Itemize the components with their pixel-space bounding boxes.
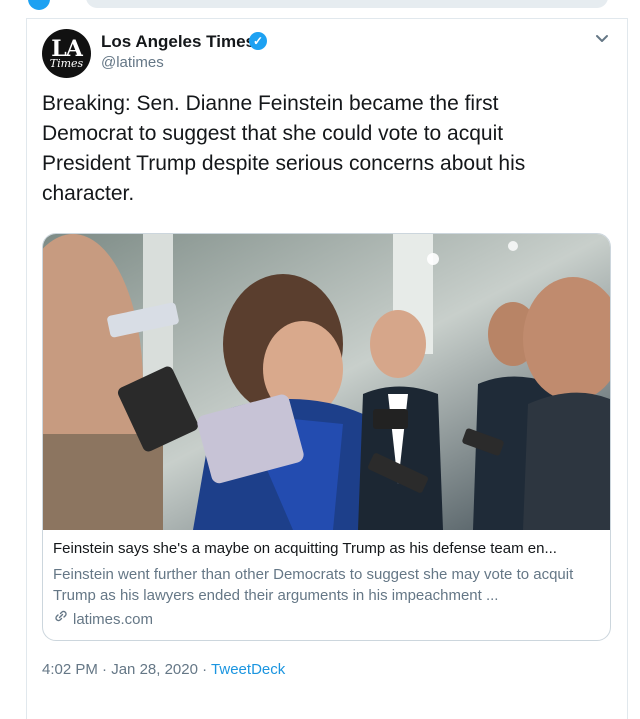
meta-separator: · bbox=[102, 661, 108, 678]
card-description[interactable]: Feinstein went further than other Democr… bbox=[53, 564, 598, 606]
tweet-source[interactable]: TweetDeck bbox=[211, 661, 285, 678]
chevron-down-icon[interactable] bbox=[592, 29, 612, 49]
search-bar[interactable] bbox=[86, 0, 608, 8]
tweet-meta: 4:02 PM · Jan 28, 2020 · TweetDeck bbox=[42, 661, 285, 678]
avatar[interactable]: LA Times bbox=[42, 29, 91, 78]
author-name[interactable]: Los Angeles Times bbox=[101, 32, 255, 52]
author-handle[interactable]: @latimes bbox=[101, 54, 164, 71]
link-card[interactable]: Feinstein says she's a maybe on acquitti… bbox=[42, 233, 611, 641]
tweet-date[interactable]: Jan 28, 2020 bbox=[111, 661, 198, 678]
tweet-text: Breaking: Sen. Dianne Feinstein became t… bbox=[42, 92, 526, 205]
card-domain[interactable]: latimes.com bbox=[73, 611, 153, 628]
link-icon bbox=[53, 608, 69, 628]
avatar-logo-subtext: Times bbox=[49, 57, 84, 70]
card-image[interactable] bbox=[43, 234, 610, 530]
top-bar bbox=[0, 0, 640, 18]
meta-separator-2: · bbox=[202, 661, 208, 678]
tweet-time[interactable]: 4:02 PM bbox=[42, 661, 98, 678]
tweet[interactable]: LA Times Los Angeles Times ✓ @latimes Br… bbox=[26, 18, 628, 719]
twitter-logo-icon[interactable] bbox=[28, 0, 50, 10]
card-title[interactable]: Feinstein says she's a maybe on acquitti… bbox=[53, 540, 598, 557]
verified-badge-icon: ✓ bbox=[249, 32, 267, 50]
card-link[interactable]: latimes.com bbox=[53, 608, 153, 628]
